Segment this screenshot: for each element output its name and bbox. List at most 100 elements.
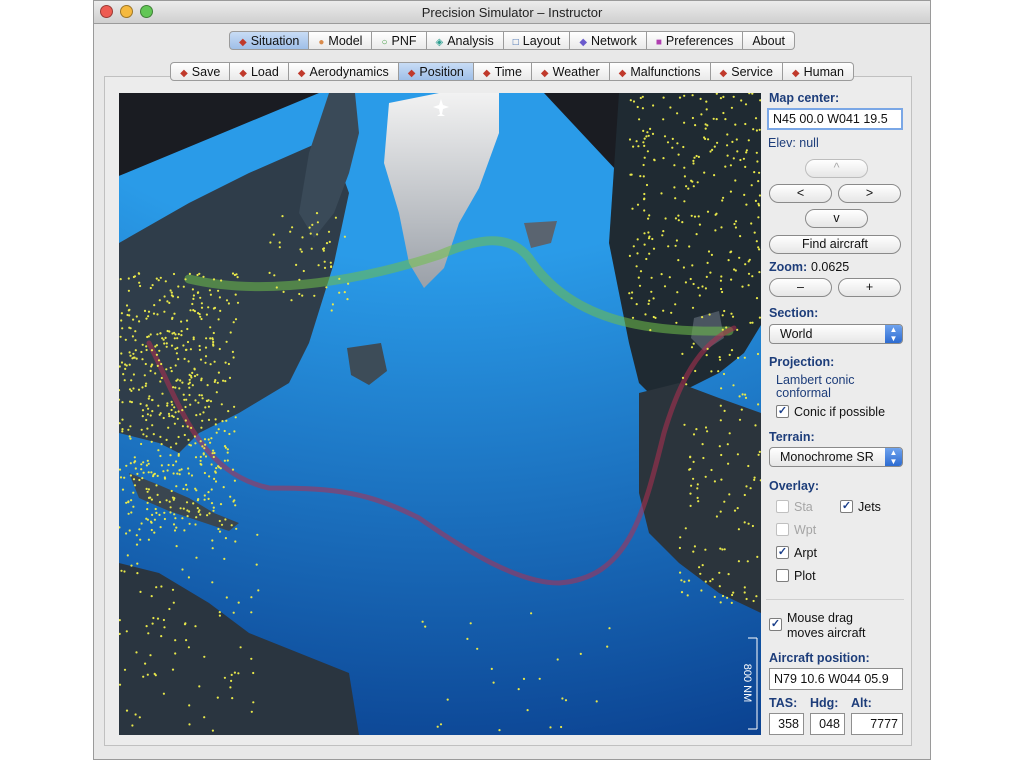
airport-dot: [145, 625, 148, 628]
find-aircraft-button[interactable]: Find aircraft: [769, 235, 901, 254]
airport-dot: [119, 335, 122, 338]
airport-dot: [233, 671, 236, 674]
airport-dot: [702, 456, 705, 460]
airport-dot: [646, 150, 650, 153]
airport-dot: [648, 299, 651, 302]
tab-analysis[interactable]: ◈ Analysis: [426, 31, 504, 50]
hdg-input[interactable]: 048: [810, 713, 845, 735]
subtab-load[interactable]: ◆ Load: [230, 62, 289, 81]
airport-dot: [229, 331, 232, 334]
section-select-value: World: [780, 327, 813, 341]
airport-dot: [141, 409, 145, 412]
zoom-out-button[interactable]: –: [769, 278, 832, 297]
airport-dot: [632, 145, 635, 148]
airport-dot: [711, 578, 714, 581]
airport-dot: [724, 118, 727, 121]
overlay-jets-checkbox[interactable]: ✓: [840, 500, 853, 513]
tab-about[interactable]: About: [743, 31, 795, 50]
airport-dot: [173, 331, 176, 334]
airport-dot: [758, 248, 761, 251]
airport-dot: [188, 373, 191, 376]
airport-dot: [311, 223, 314, 226]
airport-dot: [176, 337, 179, 340]
tab-preferences[interactable]: ■ Preferences: [646, 31, 744, 50]
section-select[interactable]: World ▲ ▼: [769, 324, 903, 344]
subtab-weather[interactable]: ◆ Weather: [531, 62, 610, 81]
airport-dot: [218, 614, 221, 617]
airport-dot: [683, 423, 686, 426]
tas-input[interactable]: 358: [769, 713, 804, 735]
airport-dot: [146, 508, 149, 511]
airport-dot: [133, 456, 136, 459]
airport-dot: [197, 401, 200, 404]
airport-dot: [171, 414, 174, 417]
conic-checkbox[interactable]: ✓: [776, 405, 789, 418]
subtab-service[interactable]: ◆ Service: [710, 62, 783, 81]
alt-input[interactable]: 7777: [851, 713, 903, 735]
overlay-sta-checkbox[interactable]: [776, 500, 789, 513]
aircraft-position-input[interactable]: N79 10.6 W044 05.9: [769, 668, 903, 690]
pan-down-button[interactable]: v: [805, 209, 868, 228]
airport-dot: [746, 560, 749, 563]
airport-dot: [214, 423, 217, 426]
mouse-drag-checkbox[interactable]: ✓: [769, 618, 782, 631]
overlay-plot-checkbox[interactable]: [776, 569, 789, 582]
airport-dot: [329, 261, 332, 264]
airport-dot: [156, 364, 159, 367]
airport-dot: [184, 278, 187, 281]
overlay-wpt-checkbox[interactable]: [776, 523, 789, 536]
tab-model[interactable]: ● Model: [309, 31, 373, 50]
airport-dot: [750, 184, 753, 187]
airport-dot: [608, 627, 611, 630]
airport-dot: [747, 272, 751, 275]
airport-dot: [696, 487, 699, 490]
airport-dot: [152, 433, 155, 436]
airport-dot: [747, 464, 750, 468]
airport-dot: [205, 313, 208, 316]
airport-dot: [734, 123, 737, 126]
airport-dot: [728, 493, 731, 496]
airport-dot: [664, 217, 667, 220]
airport-dot: [310, 247, 313, 250]
map-center-input[interactable]: N45 00.0 W041 19.5: [767, 108, 903, 130]
airport-dot: [120, 352, 123, 355]
subtab-save[interactable]: ◆ Save: [170, 62, 231, 81]
airport-dot: [738, 256, 741, 259]
terrain-select[interactable]: Monochrome SR ▲ ▼: [769, 447, 903, 467]
airport-dot: [713, 595, 716, 598]
subtab-time[interactable]: ◆ Time: [473, 62, 532, 81]
airport-dot: [661, 234, 664, 237]
pan-right-button[interactable]: >: [838, 184, 901, 203]
world-map[interactable]: 800 NM: [119, 93, 761, 735]
tab-layout[interactable]: □ Layout: [503, 31, 571, 50]
red-diamond-icon: ◆: [180, 68, 188, 79]
tab-situation[interactable]: ◆ Situation: [229, 31, 310, 50]
airport-dot: [201, 445, 204, 448]
subtab-aerodynamics[interactable]: ◆ Aerodynamics: [288, 62, 399, 81]
airport-dot: [723, 409, 726, 412]
airport-dot: [692, 162, 695, 165]
pan-left-button[interactable]: <: [769, 184, 832, 203]
airport-dot: [207, 497, 210, 500]
airport-dot: [685, 383, 688, 386]
airport-dot: [176, 472, 179, 475]
airport-dot: [733, 268, 736, 271]
airport-dot: [301, 294, 304, 297]
zoom-in-button[interactable]: +: [838, 278, 901, 297]
airport-dot: [724, 165, 727, 168]
tab-network[interactable]: ◆ Network: [570, 31, 647, 50]
tab-pnf[interactable]: ○ PNF: [372, 31, 427, 50]
airport-dot: [698, 294, 701, 297]
airport-dot: [199, 455, 202, 458]
airport-dot: [651, 237, 654, 241]
airport-dot: [697, 215, 700, 218]
overlay-arpt-checkbox[interactable]: ✓: [776, 546, 789, 559]
subtab-malfunctions[interactable]: ◆ Malfunctions: [609, 62, 711, 81]
airport-dot: [683, 200, 686, 203]
pan-up-button[interactable]: ^: [805, 159, 868, 178]
airport-dot: [207, 438, 210, 441]
subtab-position[interactable]: ◆ Position: [398, 62, 474, 81]
airport-dot: [131, 357, 134, 360]
airport-dot: [674, 244, 677, 247]
subtab-human[interactable]: ◆ Human: [782, 62, 854, 81]
